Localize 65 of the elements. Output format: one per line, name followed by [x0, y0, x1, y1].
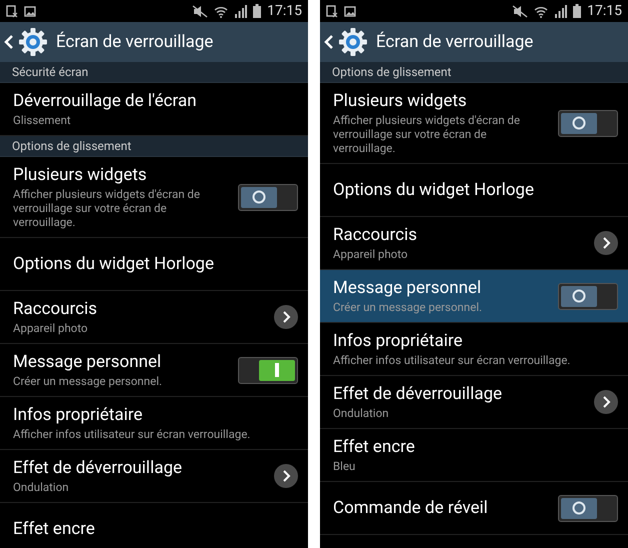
section-header: Sécurité écran	[0, 62, 308, 83]
circle-icon	[252, 190, 266, 204]
item-title: Message personnel	[333, 278, 482, 298]
item-title: Raccourcis	[333, 225, 418, 245]
item-title: Options du widget Horloge	[333, 180, 535, 200]
circle-icon	[572, 289, 586, 303]
item-title: Effet de déverrouillage	[13, 458, 184, 478]
item-title: Effet encre	[333, 437, 416, 457]
circle-icon	[572, 501, 586, 515]
document-icon	[326, 4, 338, 18]
image-icon	[24, 6, 36, 16]
toggle-switch[interactable]	[238, 356, 298, 384]
chevron-right-icon[interactable]	[274, 464, 298, 488]
chevron-right-icon[interactable]	[594, 231, 618, 255]
item-title: Message personnel	[13, 352, 162, 372]
wifi-icon	[214, 4, 228, 18]
item-title: Raccourcis	[13, 299, 98, 319]
toggle-switch[interactable]	[558, 494, 618, 522]
battery-icon	[253, 4, 262, 18]
signal-icon	[554, 4, 568, 18]
item-title: Infos propriétaire	[333, 331, 464, 351]
item-subtitle: Ondulation	[333, 406, 390, 420]
chevron-right-icon[interactable]	[274, 305, 298, 329]
signal-icon	[234, 4, 248, 18]
item-title: Commande de réveil	[333, 498, 489, 518]
toggle-switch[interactable]	[558, 282, 618, 310]
item-title: Plusieurs widgets	[333, 91, 468, 111]
toggle-switch[interactable]	[238, 184, 298, 210]
item-title: Plusieurs widgets	[13, 165, 148, 185]
item-subtitle: Afficher plusieurs widgets d'écran de verrouillage sur votre écran de verrouillage.	[333, 113, 521, 155]
item-subtitle: Créer un message personnel.	[13, 374, 164, 388]
item-subtitle: Appareil photo	[13, 321, 89, 335]
document-icon	[6, 4, 18, 18]
item-title: Effet de déverrouillage	[333, 384, 504, 404]
section-header: Options de glissement	[0, 136, 308, 157]
wifi-icon	[534, 4, 548, 18]
clock: 17:15	[587, 3, 622, 19]
image-icon	[344, 6, 356, 16]
item-title: Effet encre	[13, 519, 96, 539]
item-subtitle: Glissement	[13, 113, 72, 127]
gear-icon	[338, 27, 368, 57]
item-subtitle: Créer un message personnel.	[333, 300, 484, 314]
section-header: Options de glissement	[320, 62, 628, 83]
item-subtitle: Afficher plusieurs widgets d'écran de verrouillage sur votre écran de verrouillage.	[13, 187, 201, 229]
chevron-right-icon[interactable]	[594, 390, 618, 414]
mute-icon	[192, 4, 208, 18]
circle-icon	[572, 116, 586, 130]
item-subtitle: Ondulation	[13, 480, 70, 494]
back-icon[interactable]	[324, 34, 334, 50]
screen-title: Écran de verrouillage	[376, 32, 534, 52]
settings-item[interactable]: Message personnel Créer un message personnel.	[320, 270, 628, 323]
item-title: Options du widget Horloge	[13, 254, 215, 274]
mute-icon	[512, 4, 528, 18]
item-subtitle: Afficher infos utilisateur sur écran verrouillage.	[333, 353, 572, 367]
toggle-switch[interactable]	[558, 110, 618, 136]
battery-icon	[573, 4, 582, 18]
clock: 17:15	[267, 3, 302, 19]
gear-icon	[18, 27, 48, 57]
item-subtitle: Appareil photo	[333, 247, 409, 261]
screen-title: Écran de verrouillage	[56, 32, 214, 52]
item-title: Déverrouillage de l'écran	[13, 91, 198, 111]
item-title: Infos propriétaire	[13, 405, 144, 425]
item-subtitle: Afficher infos utilisateur sur écran verrouillage.	[13, 427, 252, 441]
back-icon[interactable]	[4, 34, 14, 50]
item-subtitle: Bleu	[333, 459, 356, 473]
